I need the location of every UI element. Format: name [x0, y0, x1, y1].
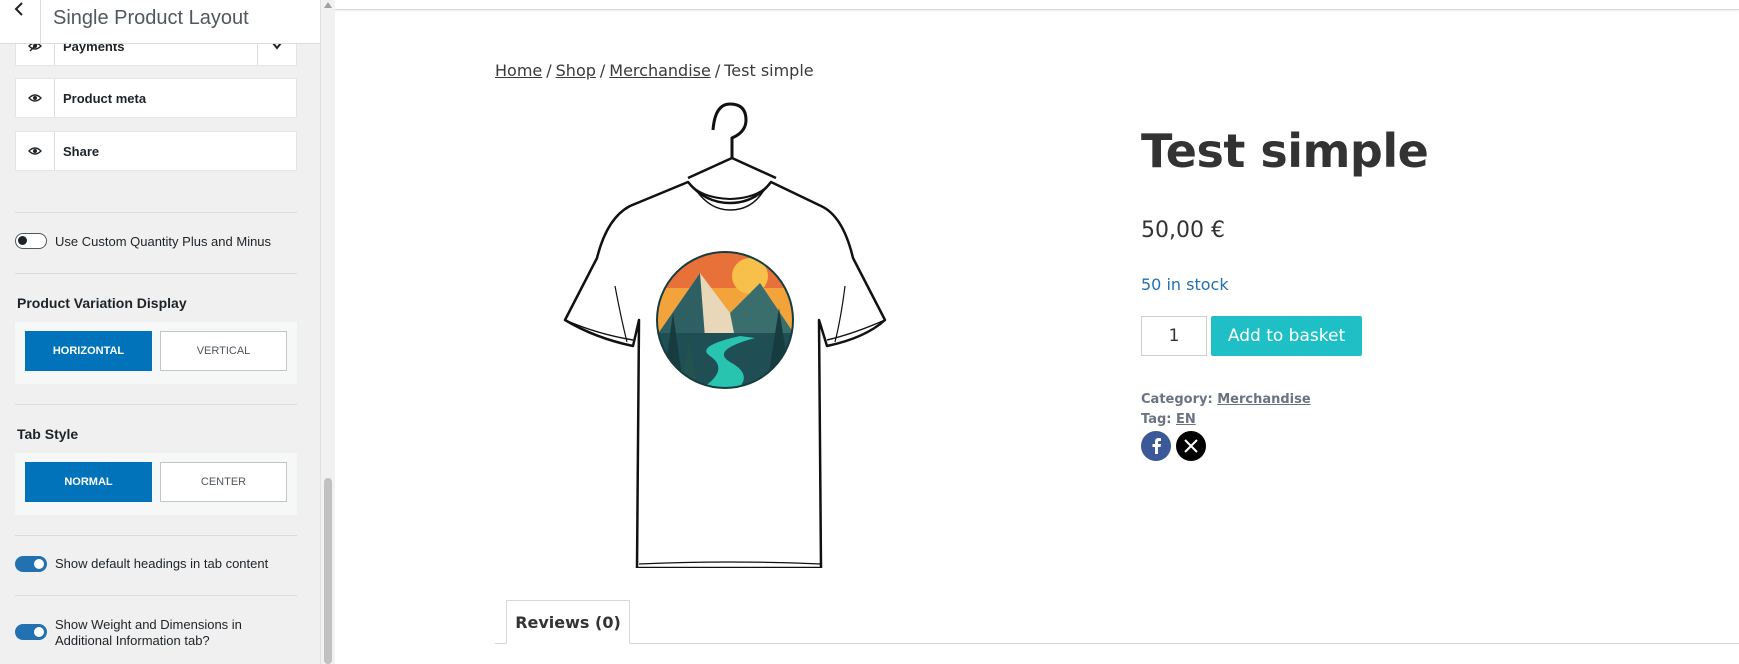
tabs-divider	[495, 643, 1739, 644]
category-label: Category:	[1141, 392, 1213, 407]
quantity-input[interactable]	[1141, 316, 1207, 356]
add-to-basket-button[interactable]: Add to basket	[1211, 316, 1362, 356]
x-share-button[interactable]	[1176, 431, 1206, 461]
divider	[15, 212, 297, 213]
tag-link[interactable]: EN	[1176, 412, 1196, 427]
tab-style-title: Tab Style	[17, 426, 79, 442]
tab-style-group: NORMAL CENTER	[15, 453, 297, 515]
weight-dimensions-label-line2: Additional Information tab?	[55, 633, 210, 648]
back-button[interactable]	[0, 0, 41, 43]
divider	[15, 535, 297, 536]
custom-quantity-toggle[interactable]	[15, 233, 47, 249]
category-link[interactable]: Merchandise	[1217, 392, 1310, 407]
element-row-product-meta[interactable]: Product meta	[15, 78, 297, 118]
divider	[15, 273, 297, 274]
normal-button[interactable]: NORMAL	[25, 462, 152, 502]
scroll-up-arrow-icon[interactable]	[324, 2, 332, 8]
product-price: 50,00 €	[1141, 218, 1225, 243]
chevron-left-icon	[14, 2, 23, 16]
x-icon	[1184, 439, 1198, 453]
sidebar-scrollbar[interactable]	[320, 0, 335, 664]
tag-label: Tag:	[1141, 412, 1172, 427]
panel-title: Single Product Layout	[53, 7, 249, 29]
element-label: Product meta	[63, 91, 147, 106]
product-category-meta: Category: Merchandise	[1141, 392, 1311, 407]
breadcrumb-separator: /	[546, 61, 552, 80]
product-image[interactable]	[535, 98, 915, 568]
breadcrumb-category-link[interactable]: Merchandise	[609, 61, 711, 80]
breadcrumb-separator: /	[714, 61, 721, 80]
eye-icon[interactable]	[16, 132, 55, 170]
eye-icon[interactable]	[16, 79, 55, 117]
facebook-share-button[interactable]	[1141, 431, 1171, 461]
site-preview: Home/Shop/Merchandise/Test simple	[335, 0, 1739, 664]
scrollbar-thumb[interactable]	[324, 478, 332, 664]
variation-display-group: HORIZONTAL VERTICAL	[15, 322, 297, 384]
breadcrumb-shop-link[interactable]: Shop	[556, 61, 596, 80]
weight-dimensions-label: Show Weight and Dimensions in Additional…	[55, 617, 242, 649]
tab-reviews[interactable]: Reviews (0)	[506, 600, 630, 644]
breadcrumb-current: Test simple	[724, 61, 814, 80]
preview-top-bar	[335, 0, 1739, 10]
breadcrumb: Home / Shop / Merchandise / Test simple	[495, 61, 814, 80]
toggle-knob	[34, 627, 44, 637]
stock-status: 50 in stock	[1141, 275, 1229, 294]
vertical-button[interactable]: VERTICAL	[160, 331, 287, 371]
element-row-share[interactable]: Share	[15, 131, 297, 171]
facebook-icon	[1152, 438, 1161, 454]
custom-quantity-label: Use Custom Quantity Plus and Minus	[55, 234, 272, 249]
breadcrumb-separator: /	[599, 61, 606, 80]
variation-display-title: Product Variation Display	[17, 295, 187, 311]
toggle-knob	[18, 236, 27, 245]
horizontal-button[interactable]: HORIZONTAL	[25, 331, 152, 371]
breadcrumb-home-link[interactable]: Home	[495, 61, 542, 80]
product-tag-meta: Tag: EN	[1141, 412, 1196, 427]
customizer-sidebar: Payments Product meta Share Use Custom Q…	[0, 0, 321, 664]
weight-dimensions-toggle[interactable]	[15, 624, 47, 640]
product-title: Test simple	[1141, 124, 1429, 178]
sidebar-header: Single Product Layout	[0, 0, 320, 44]
center-button[interactable]: CENTER	[160, 462, 287, 502]
weight-dimensions-label-line1: Show Weight and Dimensions in	[55, 617, 242, 632]
default-headings-toggle[interactable]	[15, 556, 47, 572]
element-label: Share	[63, 144, 100, 159]
divider	[15, 595, 297, 596]
divider	[15, 404, 297, 405]
default-headings-label: Show default headings in tab content	[55, 556, 269, 571]
toggle-knob	[34, 559, 44, 569]
